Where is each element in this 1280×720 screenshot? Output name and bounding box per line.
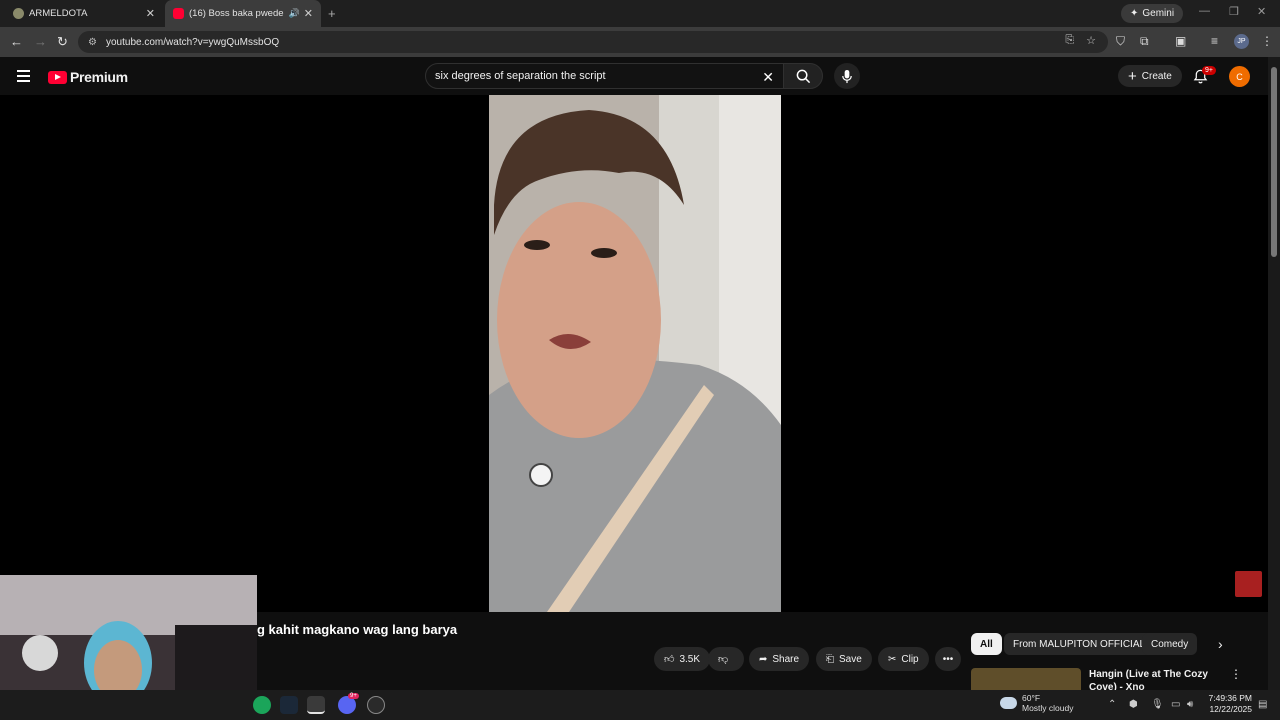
chip-from-channel[interactable]: From MALUPITON OFFICIAL <box>1004 633 1155 655</box>
bookmark-star-icon[interactable]: ☆ <box>1086 34 1096 47</box>
hamburger-menu-icon[interactable] <box>17 70 30 85</box>
dislike-button[interactable]: 👎︎ <box>708 647 744 671</box>
close-tab-icon[interactable]: ✕ <box>146 7 155 20</box>
search-query-text: six degrees of separation the script <box>435 70 606 82</box>
steam-icon[interactable] <box>280 696 298 714</box>
cloud-icon <box>1000 697 1017 709</box>
channel-watermark-icon[interactable] <box>1235 571 1262 597</box>
media-controls-icon[interactable]: ≡ <box>1211 34 1218 48</box>
clock-time: 7:49:36 PM <box>1208 693 1252 703</box>
brand-label: Premium <box>70 69 128 85</box>
clip-button[interactable]: ✂ Clip <box>878 647 929 671</box>
minimize-button[interactable]: — <box>1199 5 1210 17</box>
like-count: 3.5K <box>679 653 701 665</box>
shield-extension-icon[interactable]: ⛉ <box>1116 34 1125 49</box>
maximize-button[interactable]: ❐ <box>1229 5 1239 18</box>
url-text: youtube.com/watch?v=ywgQuMssbOQ <box>106 36 280 48</box>
browser-tab-youtube[interactable]: (16) Boss baka pwede mak 🔊 ✕ <box>165 0 321 27</box>
youtube-favicon <box>173 8 184 19</box>
microphone-icon <box>842 69 852 83</box>
discord-badge: 9+ <box>348 693 359 699</box>
weather-widget[interactable]: 60°F Mostly cloudy <box>1000 693 1074 713</box>
clip-label: Clip <box>901 653 919 665</box>
new-tab-button[interactable]: + <box>328 6 336 21</box>
chrome-taskbar-icon[interactable] <box>307 696 325 714</box>
youtube-header: Premium six degrees of separation the sc… <box>0 57 1268 95</box>
reload-button[interactable]: ↻ <box>57 34 68 50</box>
recommendation-thumbnail[interactable] <box>971 668 1081 690</box>
video-title: g kahit magkano wag lang barya <box>257 622 458 637</box>
share-arrow-icon: ➦ <box>759 653 768 665</box>
weather-desc: Mostly cloudy <box>1022 703 1074 713</box>
plus-icon: + <box>1128 67 1137 85</box>
thumbs-up-icon: 👍︎ <box>664 654 675 665</box>
chip-comedy[interactable]: Comedy <box>1142 633 1198 655</box>
notification-center-icon[interactable]: ▤ <box>1258 699 1267 710</box>
save-label: Save <box>839 653 862 665</box>
tray-overflow-icon[interactable]: ⌃ <box>1108 699 1116 710</box>
back-button[interactable]: ← <box>10 34 23 49</box>
volume-icon[interactable]: 🔊︎ <box>1187 699 1193 710</box>
thumbs-down-icon: 👎︎ <box>718 654 729 665</box>
clock-date: 12/22/2025 <box>1209 704 1252 714</box>
app-icon[interactable] <box>367 696 385 714</box>
speaker-icon[interactable]: 🔊 <box>289 8 300 19</box>
account-avatar[interactable]: C <box>1229 66 1250 87</box>
video-player[interactable] <box>0 95 1268 612</box>
bookmark-icon: ⎗ <box>826 653 834 665</box>
weather-temp: 60°F <box>1022 693 1041 703</box>
search-input[interactable]: six degrees of separation the script ✕ <box>425 63 785 89</box>
browser-tab-strip: ARMELDOTA ✕ (16) Boss baka pwede mak 🔊 ✕… <box>0 0 1280 27</box>
share-button[interactable]: ➦ Share <box>749 647 810 671</box>
tab-title: ARMELDOTA <box>29 8 88 19</box>
extensions-icon[interactable]: ⧉ <box>1140 34 1149 49</box>
browser-toolbar: ← → ↻ ⚙ youtube.com/watch?v=ywgQuMssbOQ … <box>0 27 1280 57</box>
youtube-play-icon <box>48 70 67 84</box>
browser-profile-avatar[interactable]: JP <box>1234 34 1249 49</box>
tab-title: (16) Boss baka pwede mak <box>189 8 286 19</box>
network-icon[interactable]: ▭ <box>1171 699 1180 710</box>
tray-mic-icon[interactable]: 🎙︎ <box>1151 699 1164 710</box>
gemini-button[interactable]: ✦ Gemini <box>1121 4 1184 23</box>
tab-favicon <box>13 8 24 19</box>
sparkle-icon: ✦ <box>1130 8 1139 19</box>
video-frame[interactable] <box>489 95 781 612</box>
gemini-label: Gemini <box>1142 8 1175 19</box>
browser-tab-armeldota[interactable]: ARMELDOTA ✕ <box>5 0 163 27</box>
recommendation-more-icon[interactable]: ⋮ <box>1230 667 1242 681</box>
chip-all[interactable]: All <box>971 633 1002 655</box>
more-actions-button[interactable]: ••• <box>935 647 961 671</box>
like-button[interactable]: 👍︎ 3.5K <box>654 647 711 671</box>
save-button[interactable]: ⎗ Save <box>816 647 872 671</box>
create-button[interactable]: + Create <box>1118 65 1182 87</box>
search-icon <box>796 69 810 83</box>
video-person-image <box>489 95 781 612</box>
search-button[interactable] <box>783 63 823 89</box>
notification-count-badge-visible: 9+ <box>1202 66 1216 75</box>
windows-taskbar: 9+ 60°F Mostly cloudy ⌃ ⬢ 🎙︎ ▭ 🔊︎ 7:49:3… <box>0 690 1280 720</box>
forward-button[interactable]: → <box>34 34 47 49</box>
split-view-icon[interactable]: ▣ <box>1175 34 1186 48</box>
address-bar[interactable]: ⚙ youtube.com/watch?v=ywgQuMssbOQ ⎘ ☆ <box>78 31 1108 53</box>
system-clock[interactable]: 7:49:36 PM 12/22/2025 <box>1206 693 1252 715</box>
clear-search-icon[interactable]: ✕ <box>762 69 774 86</box>
install-app-icon[interactable]: ⎘ <box>1065 34 1074 47</box>
edge-browser-icon[interactable] <box>253 696 271 714</box>
voice-search-button[interactable] <box>834 63 860 89</box>
scrollbar-thumb[interactable] <box>1271 67 1277 257</box>
close-tab-icon[interactable]: ✕ <box>304 7 313 20</box>
more-horizontal-icon: ••• <box>942 653 954 665</box>
site-info-icon[interactable]: ⚙ <box>88 37 100 48</box>
scissors-icon: ✂ <box>888 653 897 665</box>
create-label: Create <box>1141 70 1172 82</box>
window-close-button[interactable]: ✕ <box>1257 5 1266 18</box>
chevron-right-icon[interactable]: › <box>1218 636 1223 652</box>
tray-app-icon[interactable]: ⬢ <box>1129 699 1138 710</box>
page-scrollbar[interactable] <box>1268 57 1280 690</box>
browser-menu-icon[interactable]: ⋮ <box>1261 34 1273 48</box>
youtube-premium-logo[interactable]: Premium <box>48 69 128 85</box>
share-label: Share <box>772 653 800 665</box>
